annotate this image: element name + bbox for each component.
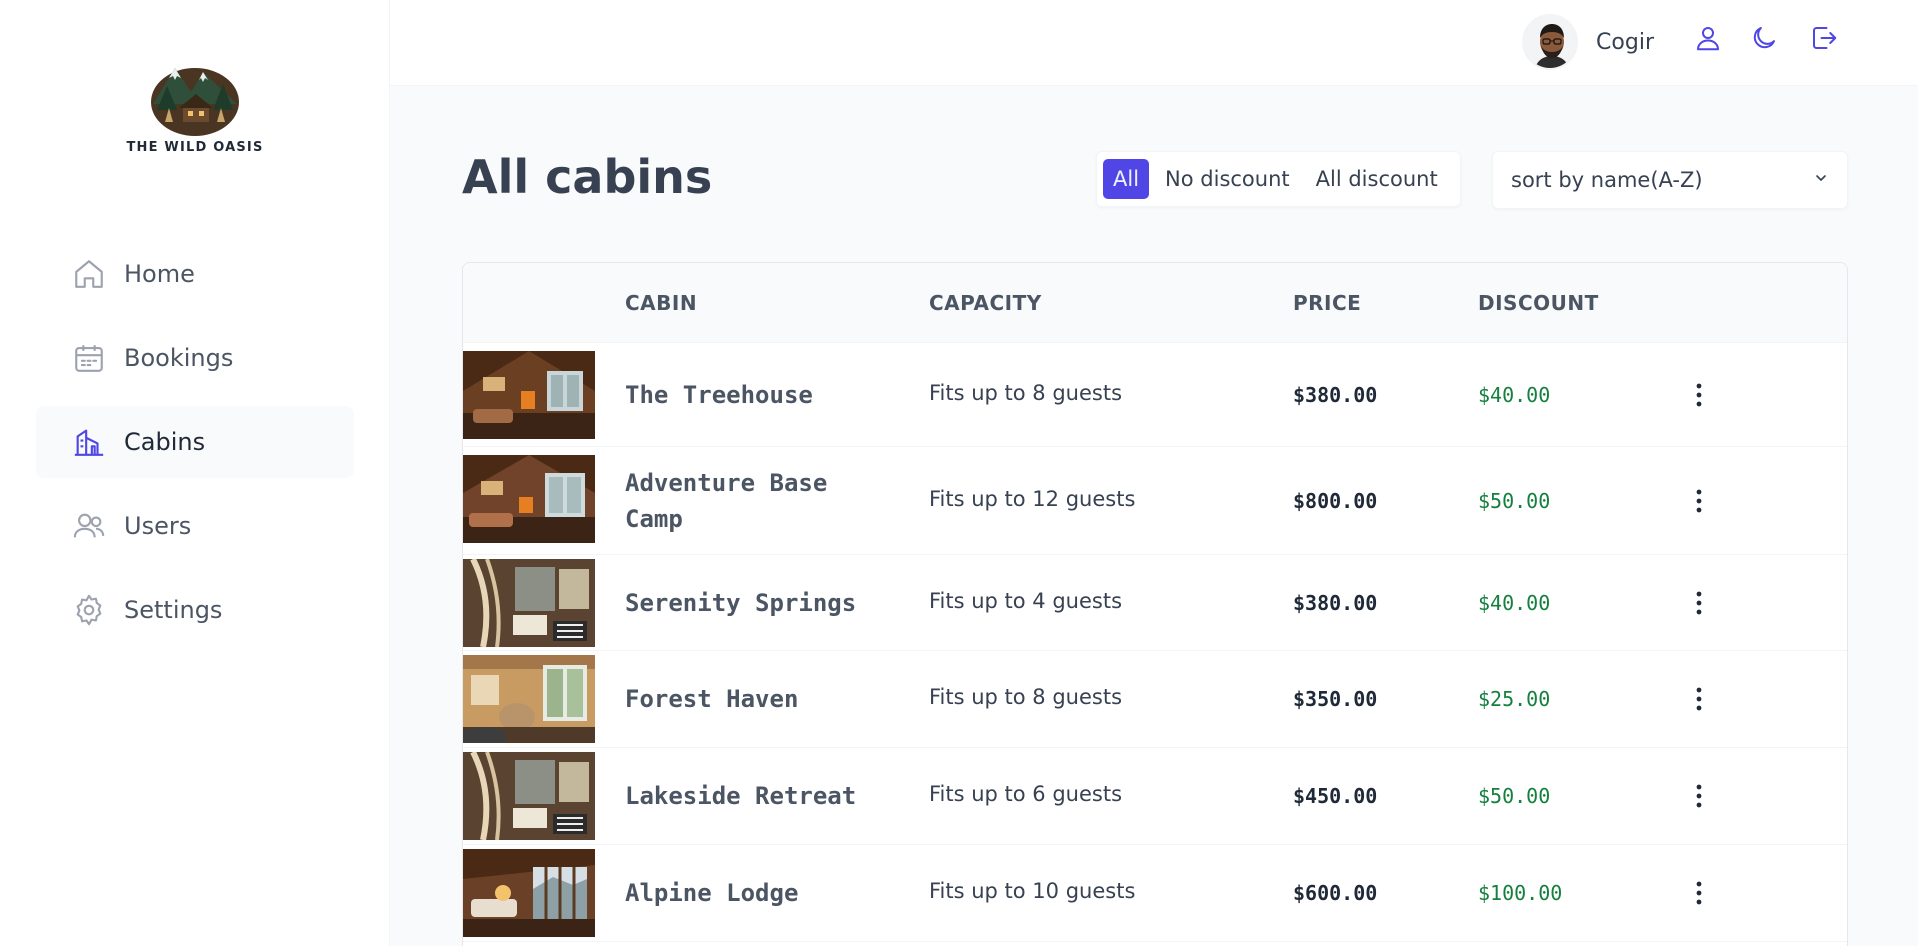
- cabin-capacity: Fits up to 8 guests: [929, 685, 1123, 709]
- cabin-capacity: Fits up to 4 guests: [929, 589, 1123, 613]
- table-row[interactable]: Serenity Springs Fits up to 4 guests $38…: [463, 555, 1847, 651]
- logo-image: [151, 68, 239, 136]
- discount-filter: All No discount All discount: [1096, 151, 1461, 207]
- cabins-table: CABIN CAPACITY PRICE DISCOUNT The Treeho…: [462, 262, 1848, 946]
- cabin-price: $800.00: [1293, 489, 1378, 513]
- sort-selected-value: sort by name(A-Z): [1511, 168, 1703, 192]
- sort-select[interactable]: sort by name(A-Z): [1492, 151, 1848, 209]
- cabin-name: Serenity Springs: [625, 589, 857, 617]
- cabin-price: $380.00: [1293, 383, 1378, 407]
- gear-icon: [72, 593, 106, 627]
- cabin-thumbnail: [463, 849, 595, 937]
- filter-all-button[interactable]: All: [1103, 159, 1150, 199]
- avatar: [1522, 14, 1579, 70]
- cabin-name: Alpine Lodge: [625, 879, 799, 907]
- sidebar-item-bookings[interactable]: Bookings: [36, 322, 354, 394]
- cabin-name: Lakeside Retreat: [625, 782, 857, 810]
- moon-icon[interactable]: [1746, 20, 1782, 56]
- table-row[interactable]: The Treehouse Fits up to 8 guests $380.0…: [463, 343, 1847, 447]
- cabin-capacity: Fits up to 10 guests: [929, 879, 1136, 903]
- table-row[interactable]: Alpine Lodge Fits up to 10 guests $600.0…: [463, 845, 1847, 942]
- sidebar-item-home[interactable]: Home: [36, 238, 354, 310]
- column-header-capacity: CAPACITY: [929, 291, 1042, 315]
- table-header: CABIN CAPACITY PRICE DISCOUNT: [463, 263, 1847, 343]
- calendar-icon: [72, 341, 106, 375]
- cabin-discount: $40.00: [1478, 383, 1551, 407]
- logout-icon[interactable]: [1806, 20, 1842, 56]
- cabin-capacity: Fits up to 12 guests: [929, 487, 1136, 511]
- sidebar-item-label: Cabins: [124, 428, 206, 456]
- cabin-thumbnail: [463, 655, 595, 743]
- filter-no-discount-button[interactable]: No discount: [1155, 159, 1300, 199]
- sidebar: THE WILD OASIS Home Bookings Cabins User…: [0, 0, 390, 946]
- sidebar-item-label: Settings: [124, 596, 223, 624]
- cabin-price: $600.00: [1293, 881, 1378, 905]
- more-options-icon[interactable]: [1687, 377, 1711, 413]
- column-header-cabin: CABIN: [625, 291, 698, 315]
- cabin-price: $350.00: [1293, 687, 1378, 711]
- sidebar-item-cabins[interactable]: Cabins: [36, 406, 354, 478]
- user-icon[interactable]: [1690, 20, 1726, 56]
- column-header-price: PRICE: [1293, 291, 1362, 315]
- more-options-icon[interactable]: [1687, 483, 1711, 519]
- more-options-icon[interactable]: [1687, 585, 1711, 621]
- sidebar-item-settings[interactable]: Settings: [36, 574, 354, 646]
- column-header-discount: DISCOUNT: [1478, 291, 1599, 315]
- more-options-icon[interactable]: [1687, 875, 1711, 911]
- more-options-icon[interactable]: [1687, 778, 1711, 814]
- table-row[interactable]: Adventure Base Camp Fits up to 12 guests…: [463, 447, 1847, 555]
- sidebar-item-label: Bookings: [124, 344, 234, 372]
- cabin-thumbnail: [463, 752, 595, 840]
- cabin-thumbnail: [463, 351, 595, 439]
- chevron-down-icon: [1813, 170, 1829, 190]
- filter-all-discount-button[interactable]: All discount: [1306, 159, 1448, 199]
- cabin-capacity: Fits up to 6 guests: [929, 782, 1123, 806]
- cabin-name: Adventure Base Camp: [625, 469, 828, 533]
- cabin-price: $380.00: [1293, 591, 1378, 615]
- more-options-icon[interactable]: [1687, 681, 1711, 717]
- cabin-discount: $50.00: [1478, 489, 1551, 513]
- users-icon: [72, 509, 106, 543]
- cabin-capacity: Fits up to 8 guests: [929, 381, 1123, 405]
- cabin-icon: [72, 425, 106, 459]
- cabin-discount: $50.00: [1478, 784, 1551, 808]
- cabin-discount: $25.00: [1478, 687, 1551, 711]
- username: Cogir: [1596, 29, 1654, 55]
- user-profile[interactable]: Cogir: [1522, 14, 1654, 70]
- table-row[interactable]: Lakeside Retreat Fits up to 6 guests $45…: [463, 748, 1847, 845]
- top-header: Cogir: [390, 0, 1918, 86]
- cabin-name: Forest Haven: [625, 685, 799, 713]
- page-title: All cabins: [462, 150, 713, 204]
- main-nav: Home Bookings Cabins Users Settings: [36, 238, 354, 658]
- cabin-thumbnail: [463, 559, 595, 647]
- sidebar-item-label: Users: [124, 512, 192, 540]
- table-row[interactable]: Forest Haven Fits up to 8 guests $350.00…: [463, 651, 1847, 748]
- cabin-name: The Treehouse: [625, 381, 813, 409]
- cabin-discount: $40.00: [1478, 591, 1551, 615]
- cabin-discount: $100.00: [1478, 881, 1563, 905]
- logo[interactable]: THE WILD OASIS: [0, 62, 390, 155]
- home-icon: [72, 257, 106, 291]
- cabin-thumbnail: [463, 455, 595, 543]
- cabin-price: $450.00: [1293, 784, 1378, 808]
- sidebar-item-users[interactable]: Users: [36, 490, 354, 562]
- logo-text: THE WILD OASIS: [126, 140, 264, 155]
- sidebar-item-label: Home: [124, 260, 195, 288]
